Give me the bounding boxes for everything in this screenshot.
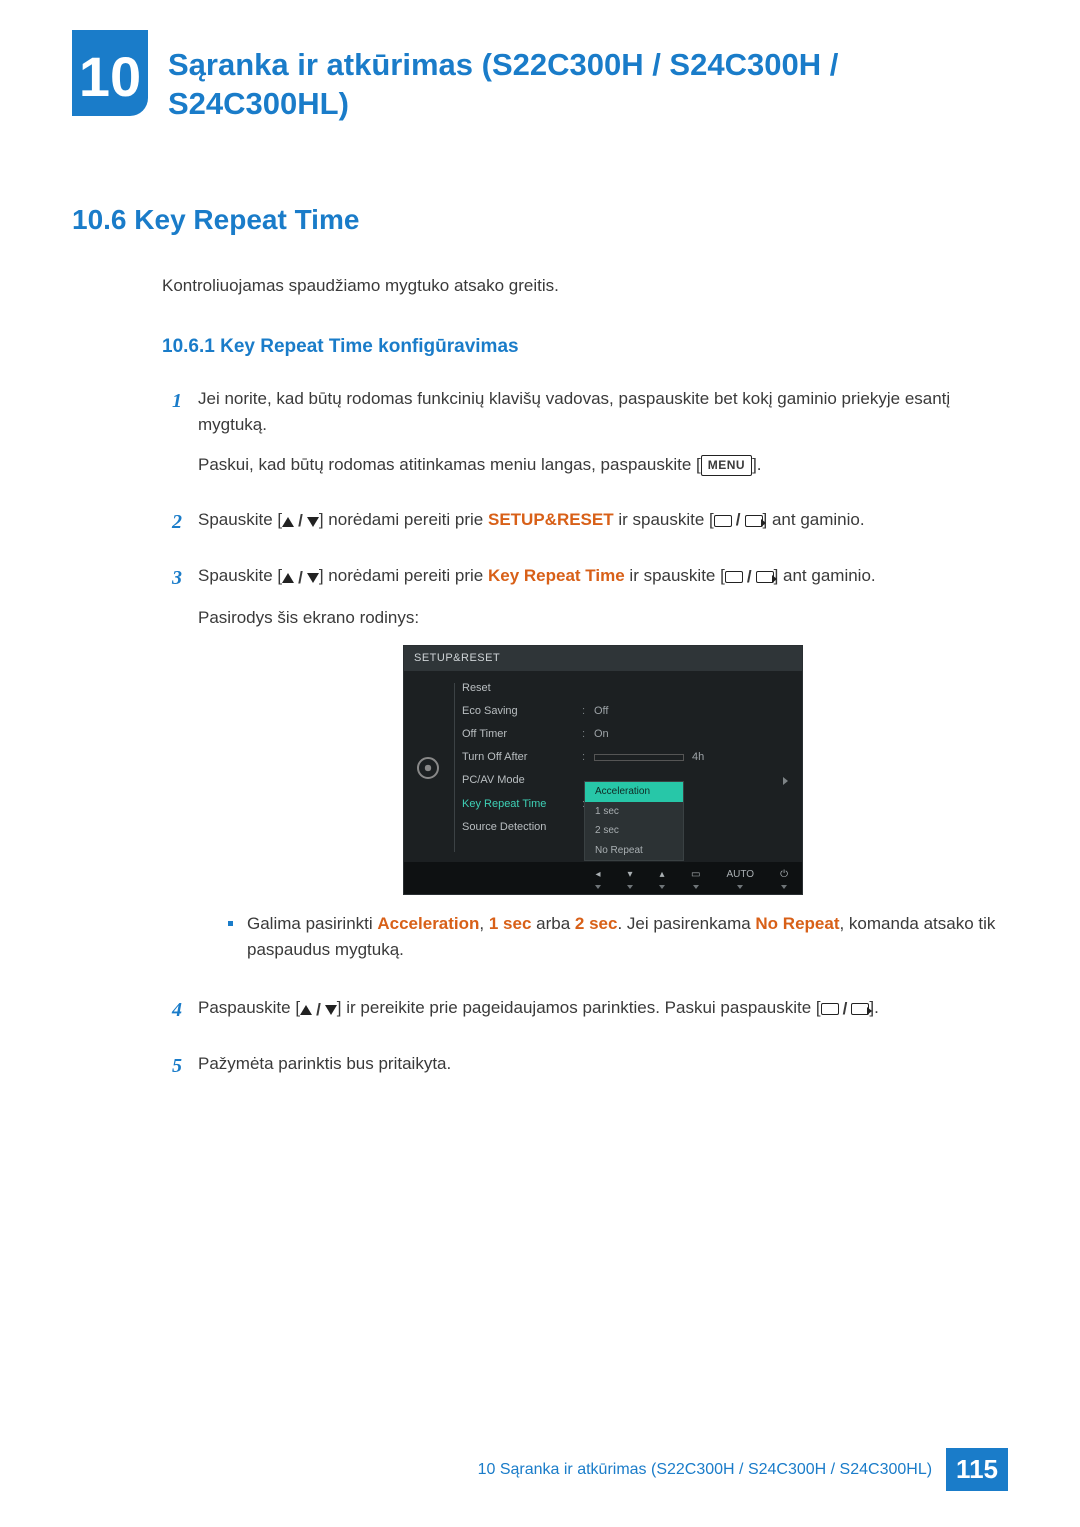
subsection-heading: 10.6.1 Key Repeat Time konfigūravimas (162, 336, 1008, 358)
step-number: 5 (162, 1051, 182, 1091)
gear-icon (417, 757, 439, 779)
step-1-text-1: Jei norite, kad būtų rodomas funkcinių k… (198, 386, 1008, 439)
osd-popup-option: 1 sec (585, 802, 683, 822)
osd-popup-option: 2 sec (585, 821, 683, 841)
chapter-number-badge: 10 (72, 30, 148, 116)
step-3-after: Pasirodys šis ekrano rodinys: (198, 605, 1008, 631)
back-icon: ◂ (595, 867, 601, 889)
step-list: 1 Jei norite, kad būtų rodomas funkcinių… (162, 386, 1008, 1092)
up-down-icon: / (282, 508, 319, 534)
slider-icon (594, 754, 684, 761)
step-3-text: Spauskite [/] norėdami pereiti prie Key … (198, 563, 1008, 591)
chapter-title: Sąranka ir atkūrimas (S22C300H / S24C300… (168, 30, 1008, 124)
osd-title: SETUP&RESET (404, 646, 802, 671)
auto-icon: AUTO (726, 867, 754, 889)
step-2-text: Spauskite [/] norėdami pereiti prie SETU… (198, 507, 1008, 535)
down-icon: ▾ (627, 867, 633, 889)
bullet-icon (228, 921, 233, 926)
up-down-icon: / (282, 565, 319, 591)
menu-button-icon: MENU (701, 455, 752, 476)
key-repeat-time-label: Key Repeat Time (488, 566, 625, 585)
osd-row-eco-saving: Eco Saving:Off (454, 700, 796, 723)
osd-popup-option: Acceleration (585, 782, 683, 802)
step-number: 2 (162, 507, 182, 549)
osd-popup: Acceleration 1 sec 2 sec No Repeat (584, 781, 684, 861)
power-icon: ⏻ (780, 867, 788, 889)
step-5-text: Pažymėta parinktis bus pritaikyta. (198, 1051, 1008, 1077)
step-2: 2 Spauskite [/] norėdami pereiti prie SE… (162, 507, 1008, 549)
osd-row-reset: Reset (454, 677, 796, 700)
up-icon: ▴ (659, 867, 665, 889)
osd-screenshot: SETUP&RESET Reset Eco Saving:Off (403, 645, 803, 894)
step-number: 1 (162, 386, 182, 493)
source-enter-icon: / (714, 507, 763, 533)
up-down-icon: / (300, 997, 337, 1023)
osd-row-turn-off-after: Turn Off After: 4h (454, 746, 796, 769)
footer-text: 10 Sąranka ir atkūrimas (S22C300H / S24C… (478, 1461, 932, 1479)
step-1-text-2: Paskui, kad būtų rodomas atitinkamas men… (198, 452, 1008, 478)
osd-row-off-timer: Off Timer:On (454, 723, 796, 746)
page-footer: 10 Sąranka ir atkūrimas (S22C300H / S24C… (478, 1448, 1008, 1491)
chapter-header: 10 Sąranka ir atkūrimas (S22C300H / S24C… (72, 30, 1008, 124)
step-3-bullet: Galima pasirinkti Acceleration, 1 sec ar… (228, 911, 1008, 964)
chevron-right-icon (783, 777, 788, 785)
page-number: 115 (946, 1448, 1008, 1491)
section-intro: Kontroliuojamas spaudžiamo mygtuko atsak… (162, 276, 1008, 296)
osd-popup-option: No Repeat (585, 841, 683, 861)
enter-icon: ▭ (691, 867, 700, 889)
step-number: 3 (162, 563, 182, 982)
source-enter-icon: / (725, 564, 774, 590)
setup-reset-label: SETUP&RESET (488, 510, 614, 529)
step-number: 4 (162, 995, 182, 1037)
step-4: 4 Paspauskite [/] ir pereikite prie page… (162, 995, 1008, 1037)
step-1: 1 Jei norite, kad būtų rodomas funkcinių… (162, 386, 1008, 493)
step-5: 5 Pažymėta parinktis bus pritaikyta. (162, 1051, 1008, 1091)
step-4-text: Paspauskite [/] ir pereikite prie pageid… (198, 995, 1008, 1023)
source-enter-icon: / (821, 996, 870, 1022)
osd-footer: ◂ ▾ ▴ ▭ AUTO ⏻ (404, 862, 802, 894)
section-heading: 10.6 Key Repeat Time (72, 204, 1008, 236)
step-3: 3 Spauskite [/] norėdami pereiti prie Ke… (162, 563, 1008, 982)
osd-category-icon (410, 677, 446, 858)
